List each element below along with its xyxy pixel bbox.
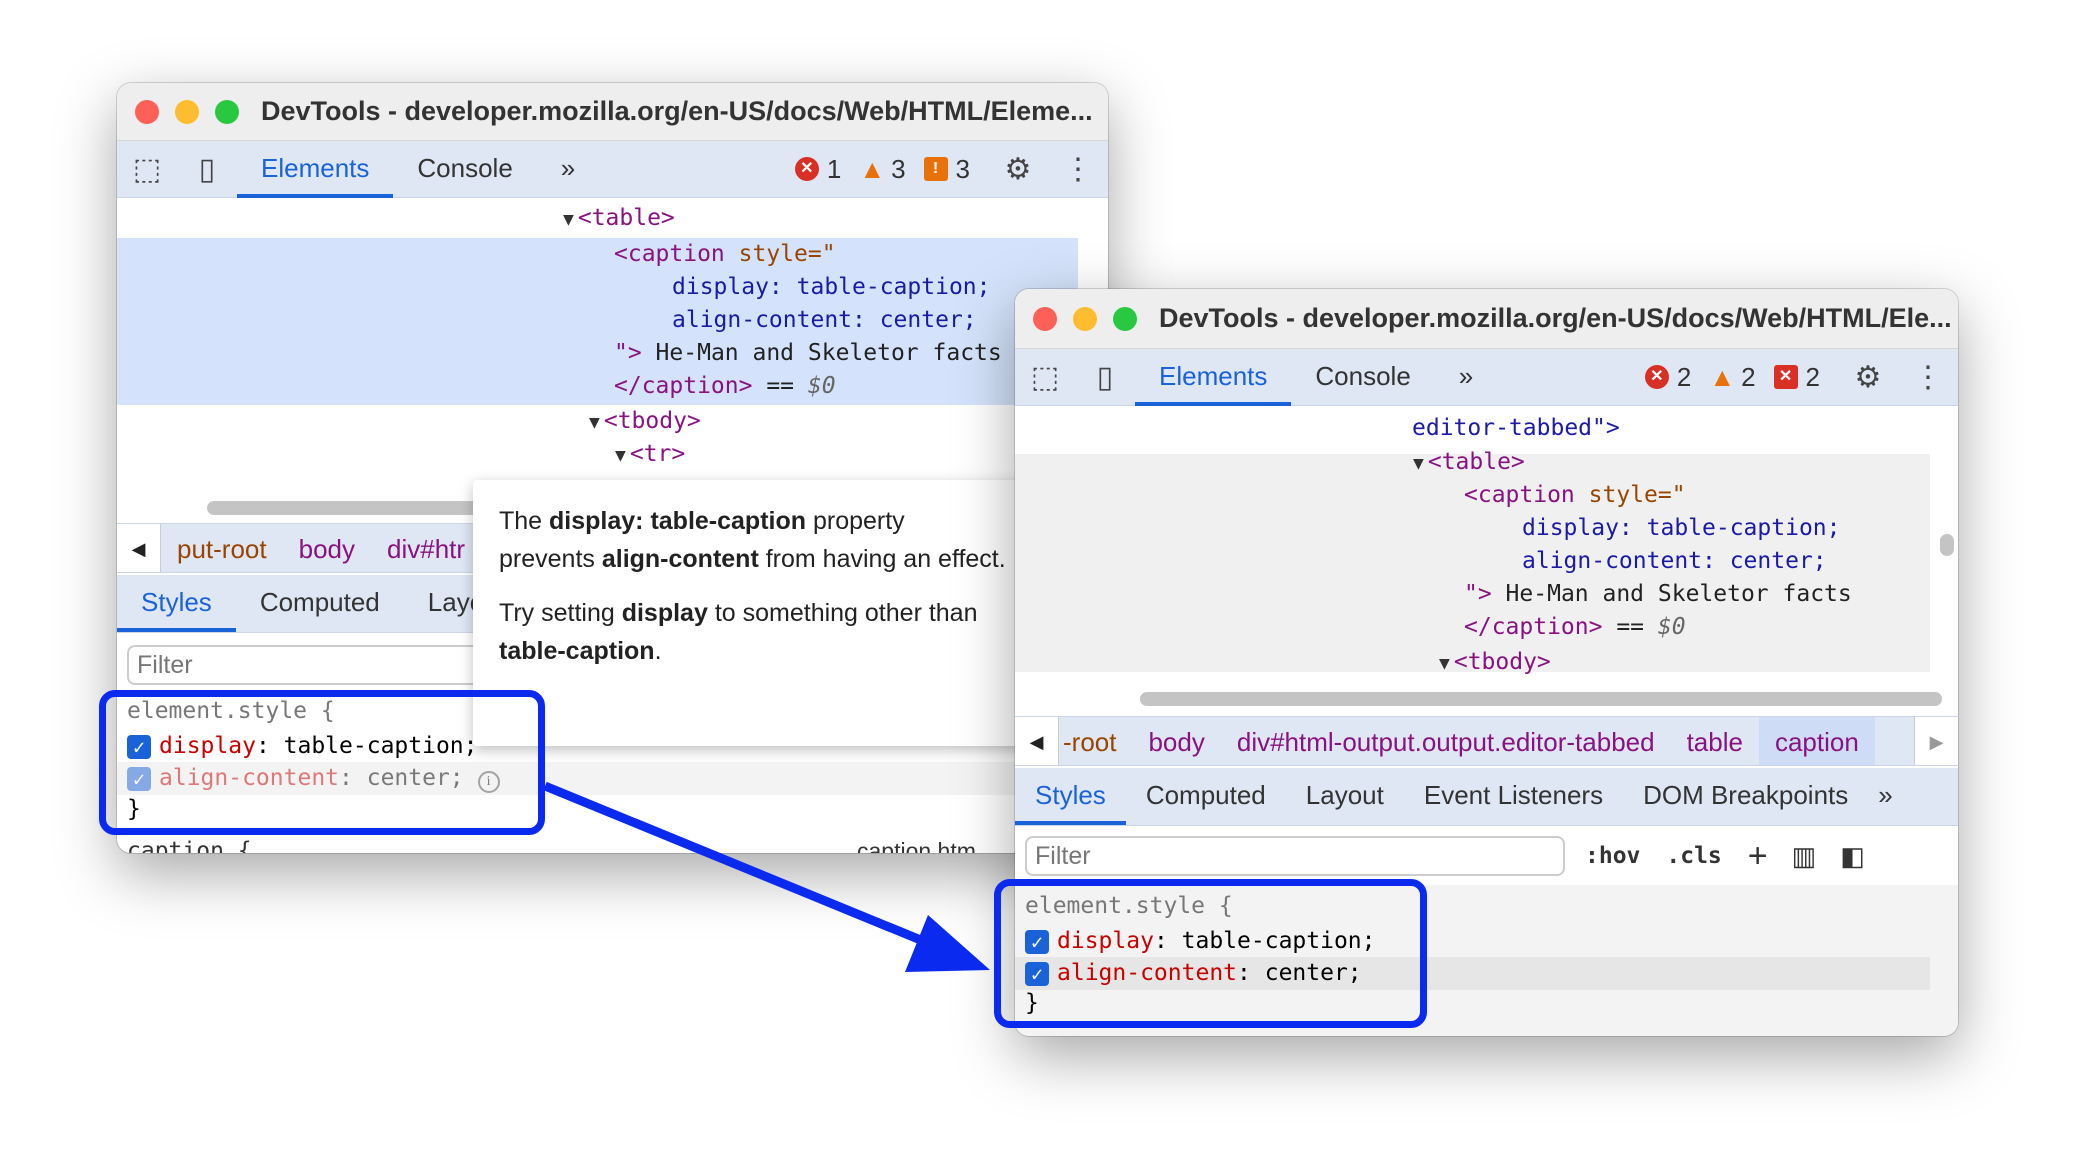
arrow-annotation <box>543 781 990 972</box>
arrow-head <box>905 915 990 972</box>
arrow-shaft <box>543 781 947 955</box>
